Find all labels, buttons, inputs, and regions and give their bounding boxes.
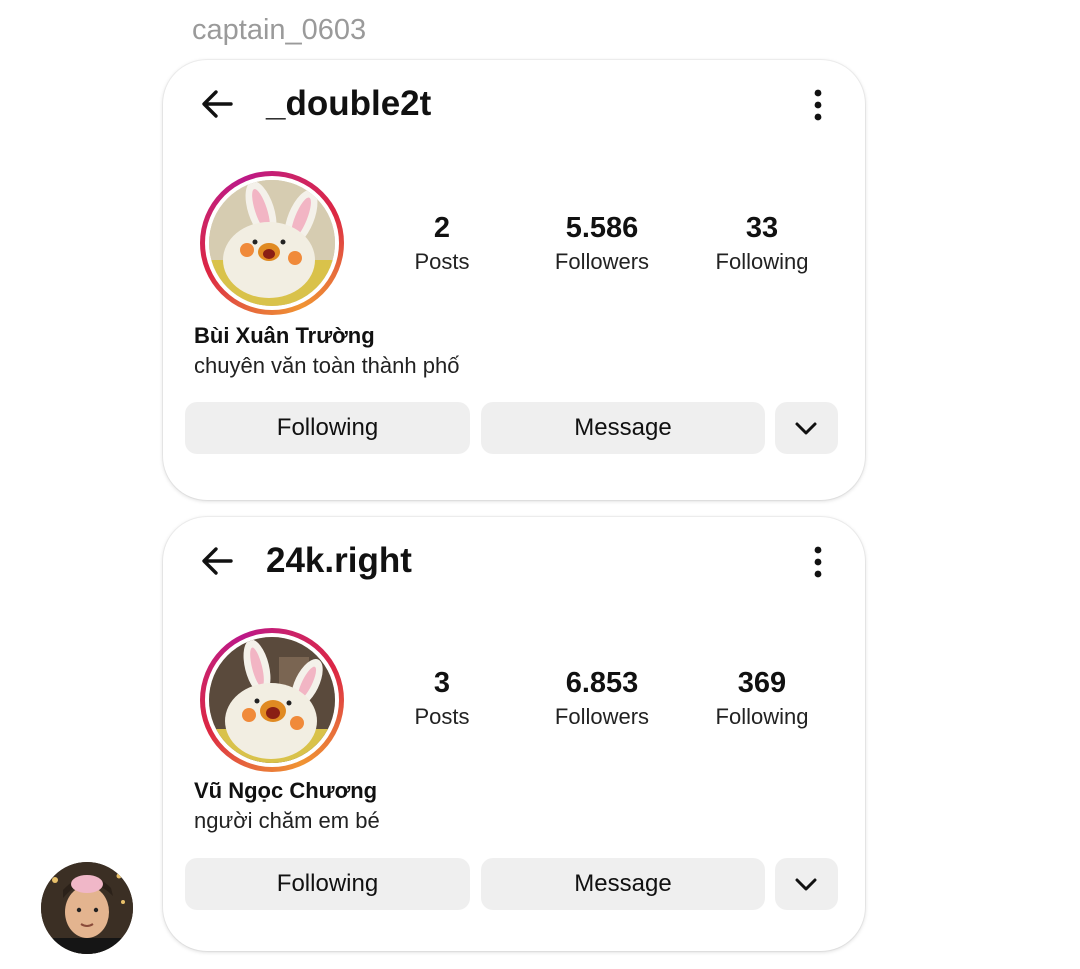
profile-card[interactable]: 24k.right 3 Posts 6.853 Followers 369 Fo… <box>163 517 865 951</box>
following-label: Following <box>715 704 809 729</box>
story-ring[interactable] <box>200 171 344 315</box>
posts-count: 2 <box>433 212 451 244</box>
following-button[interactable]: Following <box>185 402 470 454</box>
arrow-left-icon[interactable] <box>199 86 235 122</box>
sender-avatar[interactable] <box>41 862 133 954</box>
arrow-left-icon[interactable] <box>199 543 235 579</box>
profile-username: 24k.right <box>266 541 412 580</box>
chevron-down-icon <box>795 878 817 891</box>
followers-label: Followers <box>554 704 650 729</box>
sender-name: captain_0603 <box>192 14 367 46</box>
followers-label: Followers <box>554 249 650 274</box>
followers-count: 6.853 <box>565 667 639 699</box>
posts-label: Posts <box>414 249 470 274</box>
profile-avatar[interactable] <box>209 637 335 763</box>
three-dots-vertical-icon[interactable] <box>807 88 829 122</box>
followers-count: 5.586 <box>565 212 639 244</box>
following-count: 33 <box>745 212 779 244</box>
profile-bio: chuyên văn toàn thành phố <box>194 353 460 378</box>
profile-bio: người chăm em bé <box>194 808 380 833</box>
profile-card[interactable]: _double2t 2 Posts 5.586 Followers 33 Fol… <box>163 60 865 500</box>
posts-label: Posts <box>414 704 470 729</box>
chevron-down-icon <box>795 422 817 435</box>
message-button[interactable]: Message <box>481 402 765 454</box>
posts-count: 3 <box>433 667 451 699</box>
following-stat[interactable]: 33 Following <box>687 210 837 278</box>
three-dots-vertical-icon[interactable] <box>807 545 829 579</box>
posts-stat[interactable]: 2 Posts <box>367 210 517 278</box>
message-button[interactable]: Message <box>481 858 765 910</box>
followers-stat[interactable]: 6.853 Followers <box>527 665 677 733</box>
posts-stat[interactable]: 3 Posts <box>367 665 517 733</box>
profile-full-name: Bùi Xuân Trường <box>194 323 375 348</box>
following-label: Following <box>715 249 809 274</box>
following-stat[interactable]: 369 Following <box>687 665 837 733</box>
profile-full-name: Vũ Ngọc Chương <box>194 778 378 803</box>
profile-username: _double2t <box>266 84 432 123</box>
suggested-dropdown-button[interactable] <box>775 402 838 454</box>
followers-stat[interactable]: 5.586 Followers <box>527 210 677 278</box>
suggested-dropdown-button[interactable] <box>775 858 838 910</box>
profile-avatar[interactable] <box>209 180 335 306</box>
following-button[interactable]: Following <box>185 858 470 910</box>
following-count: 369 <box>737 667 787 699</box>
story-ring[interactable] <box>200 628 344 772</box>
